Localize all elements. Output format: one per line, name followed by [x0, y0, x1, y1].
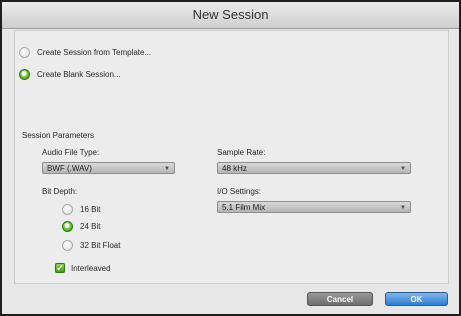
bit-depth-24-radio[interactable] [62, 221, 73, 232]
new-session-dialog: New Session Create Session from Template… [0, 0, 461, 316]
bit-depth-label: Bit Depth: [42, 187, 78, 196]
sample-rate-select[interactable]: 48 kHz ▼ [217, 162, 411, 174]
bit-depth-16-radio[interactable] [62, 204, 73, 215]
dialog-title: New Session [2, 2, 459, 29]
io-settings-label: I/O Settings: [217, 187, 262, 196]
audio-file-type-value: BWF (.WAV) [47, 164, 92, 173]
interleaved-label[interactable]: Interleaved [71, 264, 111, 273]
cancel-button[interactable]: Cancel [307, 292, 373, 306]
blank-option-label[interactable]: Create Blank Session... [37, 70, 121, 79]
bit-depth-24-label[interactable]: 24 Bit [80, 222, 100, 231]
sample-rate-label: Sample Rate: [217, 148, 266, 157]
session-parameters-heading: Session Parameters [22, 131, 95, 140]
chevron-down-icon: ▼ [164, 166, 170, 172]
bit-depth-32-label[interactable]: 32 Bit Float [80, 241, 120, 250]
bit-depth-16-label[interactable]: 16 Bit [80, 205, 100, 214]
dialog-content: Create Session from Template... Create B… [14, 30, 449, 284]
chevron-down-icon: ▼ [400, 205, 406, 211]
template-option-label[interactable]: Create Session from Template... [37, 48, 151, 57]
template-radio[interactable] [19, 47, 30, 58]
interleaved-checkbox[interactable]: ✓ [55, 263, 65, 273]
dialog-button-bar: Cancel OK [2, 285, 459, 314]
io-settings-select[interactable]: 5.1 Film Mix ▼ [217, 201, 411, 213]
audio-file-type-select[interactable]: BWF (.WAV) ▼ [42, 162, 175, 174]
chevron-down-icon: ▼ [400, 166, 406, 172]
blank-session-radio[interactable] [19, 69, 30, 80]
sample-rate-value: 48 kHz [222, 164, 247, 173]
ok-button[interactable]: OK [385, 292, 448, 306]
audio-file-type-label: Audio File Type: [42, 148, 100, 157]
bit-depth-32-radio[interactable] [62, 240, 73, 251]
io-settings-value: 5.1 Film Mix [222, 203, 266, 212]
